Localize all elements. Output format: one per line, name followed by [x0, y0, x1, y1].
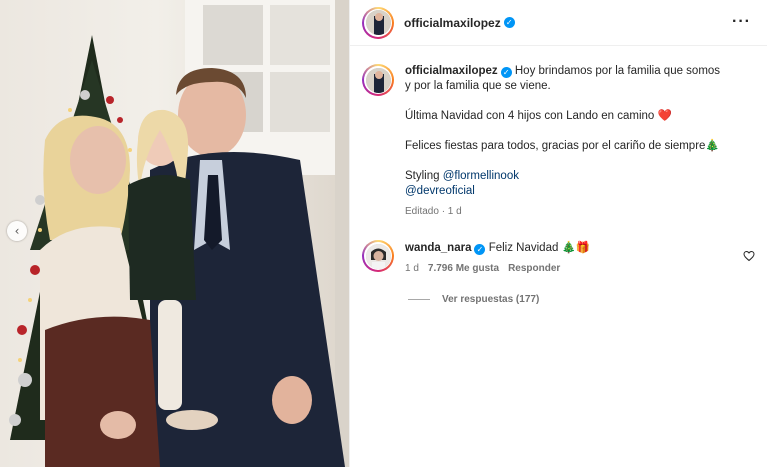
- comment-age: 1 d: [405, 263, 419, 274]
- chevron-left-icon: ‹: [14, 224, 20, 238]
- caption-line-2: y por la familia que se viene.: [405, 80, 551, 92]
- caption-line-3: Última Navidad con 4 hijos con Lando en …: [405, 110, 655, 122]
- comment-text: Feliz Navidad: [488, 242, 559, 254]
- family-christmas-photo: [9, 0, 349, 467]
- avatar-photo: [365, 10, 391, 35]
- view-replies-label: Ver respuestas (177): [442, 294, 540, 305]
- avatar-photo: [365, 243, 391, 269]
- avatar-image: [365, 10, 391, 35]
- avatar-image: [365, 243, 391, 269]
- commenter-avatar[interactable]: [362, 240, 394, 272]
- post-header: officialmaxilopez ✓ ···: [350, 0, 767, 46]
- post-caption: officialmaxilopez ✓ Hoy brindamos por la …: [362, 64, 752, 219]
- reply-button[interactable]: Responder: [508, 261, 560, 277]
- author-username[interactable]: officialmaxilopez: [404, 16, 501, 30]
- verified-badge-icon: ✓: [474, 244, 486, 255]
- caption-line-4: Felices fiestas para todos, gracias por …: [405, 140, 706, 152]
- heart-outline-icon[interactable]: [743, 250, 755, 262]
- edited-timestamp: Editado · 1 d: [405, 206, 462, 217]
- caption-line-1: Hoy brindamos por la familia que somos: [514, 65, 721, 77]
- tree-gift-emojis: 🎄🎁: [561, 242, 591, 254]
- christmas-tree-emoji: 🎄: [705, 140, 720, 152]
- post-side-panel: officialmaxilopez ✓ ··· officialmaxilope…: [349, 0, 767, 467]
- verified-badge-icon: ✓: [500, 67, 512, 78]
- author-avatar[interactable]: [362, 6, 394, 39]
- mention-link[interactable]: @devreoficial: [405, 185, 475, 197]
- view-replies-button[interactable]: Ver respuestas (177): [408, 294, 539, 305]
- styling-label: Styling: [405, 170, 440, 182]
- mention-link[interactable]: @flormellinook: [443, 170, 519, 182]
- caption-author-avatar[interactable]: [362, 64, 394, 96]
- red-heart-emoji: ❤️: [657, 110, 672, 122]
- caption-author-username[interactable]: officialmaxilopez: [405, 65, 498, 77]
- commenter-username[interactable]: wanda_nara: [405, 242, 471, 254]
- replies-divider: [408, 299, 430, 300]
- post-photo[interactable]: ‹: [0, 0, 349, 467]
- avatar-image: [365, 67, 391, 93]
- comment-likes[interactable]: 7.796 Me gusta: [428, 261, 499, 277]
- more-horizontal-icon[interactable]: ···: [732, 13, 751, 31]
- carousel-prev-button[interactable]: ‹: [7, 221, 27, 241]
- verified-badge-icon: ✓: [503, 17, 515, 28]
- comment-item: wanda_nara ✓ Feliz Navidad 🎄🎁 1 d 7.796 M…: [362, 240, 762, 277]
- avatar-photo: [365, 67, 391, 93]
